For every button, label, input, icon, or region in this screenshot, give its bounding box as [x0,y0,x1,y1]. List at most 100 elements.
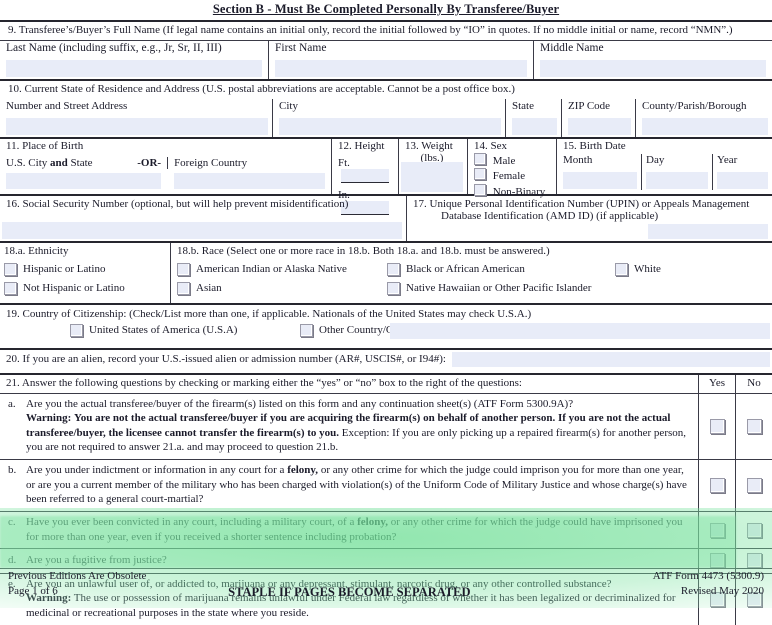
race-option-asian[interactable]: Asian [177,281,387,295]
question-21a-no-box[interactable] [735,393,772,459]
checkbox-icon[interactable] [709,522,725,538]
question-21d-text: Are you a fugitive from justice? [26,554,167,567]
question-21c-no-box[interactable] [735,511,772,549]
checkbox-icon[interactable] [70,323,83,337]
state-input[interactable] [512,117,557,135]
ssn-cell: 16. Social Security Number (optional, bu… [0,196,406,241]
footer-top-row: Previous Editions Are Obsolete ATF Form … [0,570,772,582]
question-9-prompt: 9. Transferee’s/Buyer’s Full Name (If le… [8,24,733,36]
question-18b-prompt: 18.b. Race (Select one or more race in 1… [177,244,550,257]
ssn-input[interactable] [2,221,402,239]
height-cell: 12. Height Ft. In. [331,138,398,215]
checkbox-icon[interactable] [474,152,486,165]
county-cell: County/Parish/Borough [635,98,772,137]
zip-input[interactable] [568,117,631,135]
race-option-white[interactable]: White [615,262,661,276]
city-label: City [279,99,298,112]
citizenship-other-input[interactable] [390,322,770,339]
checkbox-icon[interactable] [746,553,762,569]
revision-date-label: Revised May 2020 [680,585,764,597]
ethnicity-option-hispanic[interactable]: Hispanic or Latino [4,262,170,276]
race-options-row-1: American Indian or Alaska Native Black o… [177,257,772,276]
alien-number-input[interactable] [452,351,770,367]
birth-year-input[interactable] [717,171,768,189]
checkbox-icon[interactable] [746,418,762,434]
weight-cell: 13. Weight (lbs.) [398,138,467,194]
checkbox-icon[interactable] [746,477,762,493]
question-21a-line1: Are you the actual transferee/buyer of t… [26,397,574,410]
ethnicity-option-not-hispanic[interactable]: Not Hispanic or Latino [4,281,170,295]
question-18-row: 18.a. Ethnicity Hispanic or Latino Not H… [0,242,772,303]
question-21b-no-box[interactable] [735,460,772,511]
question-21a-letter: a. [8,397,16,410]
street-input[interactable] [6,117,268,135]
checkbox-icon[interactable] [709,553,725,569]
upin-input[interactable] [648,223,768,239]
question-20-prompt: 20. If you are an alien, record your U.S… [6,352,446,365]
race-option-black[interactable]: Black or African American [387,262,615,276]
question-21a-yes-box[interactable] [698,393,735,459]
sex-female-label: Female [492,170,526,182]
height-feet-label: Ft. [338,156,350,169]
checkbox-icon[interactable] [387,281,400,295]
foreign-country-label: Foreign Country [174,156,248,169]
height-feet-input[interactable] [341,168,389,183]
sex-male-label: Male [492,154,516,167]
question-16-prompt: 16. Social Security Number (optional, bu… [6,197,349,210]
us-state-label: State [70,156,93,169]
checkbox-icon[interactable] [177,262,190,276]
form-page: Section B - Must Be Completed Personally… [0,0,772,625]
question-10-address-row: Number and Street Address City State ZIP… [0,98,772,137]
question-21c-text-pre: Have you ever been convicted in any cour… [26,515,358,528]
race-option-native-hawaiian[interactable]: Native Hawaiian or Other Pacific Islande… [387,281,591,295]
checkbox-icon[interactable] [387,262,400,276]
section-b-header: Section B - Must Be Completed Personally… [0,0,772,22]
question-21c-row: c. Have you ever been convicted in any c… [0,510,772,549]
checkbox-icon[interactable] [746,522,762,538]
sex-option-female[interactable]: Female [474,168,556,184]
checkbox-icon[interactable] [177,281,190,295]
checkbox-icon[interactable] [709,477,725,493]
upin-cell: 17. Unique Personal Identification Numbe… [406,195,772,241]
birth-date-subrow: Month Day Year [557,153,772,190]
question-15-prompt: 15. Birth Date [563,139,626,152]
citizenship-usa-label: United States of America (U.S.A) [89,324,238,336]
checkbox-icon[interactable] [709,418,725,434]
question-19-prompt: 19. Country of Citizenship: (Check/List … [6,307,532,320]
first-name-input[interactable] [275,59,527,77]
checkbox-icon[interactable] [4,281,17,295]
question-21b-yes-box[interactable] [698,460,735,511]
last-name-cell: Last Name (including suffix, e.g., Jr, S… [0,41,268,79]
last-name-input[interactable] [6,59,262,77]
race-american-indian-label: American Indian or Alaska Native [196,263,347,275]
weight-input[interactable] [401,161,463,192]
sex-cell: 14. Sex Male Female Non-Binary [467,138,556,198]
checkbox-icon[interactable] [300,323,313,337]
checkbox-icon[interactable] [474,183,486,196]
footer-bottom-row: Page 1 of 6 STAPLE IF PAGES BECOME SEPAR… [0,582,772,600]
state-label: State [512,99,534,112]
middle-name-input[interactable] [540,59,766,77]
birth-month-input[interactable] [563,171,637,189]
divider [0,568,772,569]
first-name-label: First Name [275,41,327,54]
race-option-american-indian[interactable]: American Indian or Alaska Native [177,262,387,276]
sex-option-male[interactable]: Male [474,152,556,169]
last-name-label: Last Name (including suffix, e.g., Jr, S… [6,41,222,54]
checkbox-icon[interactable] [474,168,486,180]
city-input[interactable] [279,117,501,135]
birth-day-input[interactable] [646,171,708,189]
us-city-state-cell: U.S. City and State -OR- [6,156,167,189]
question-12-prompt: 12. Height [338,139,385,152]
question-21c-letter: c. [8,515,16,528]
foreign-country-input[interactable] [174,172,325,189]
us-city-state-input[interactable] [6,172,162,189]
question-21c-yes-box[interactable] [698,511,735,549]
checkbox-icon[interactable] [615,262,628,276]
no-column-header: No [735,374,772,393]
first-name-cell: First Name [268,40,533,79]
checkbox-icon[interactable] [4,262,17,276]
citizenship-option-usa[interactable]: United States of America (U.S.A) [70,323,300,337]
birth-year-cell: Year [712,153,772,190]
county-input[interactable] [642,117,768,135]
